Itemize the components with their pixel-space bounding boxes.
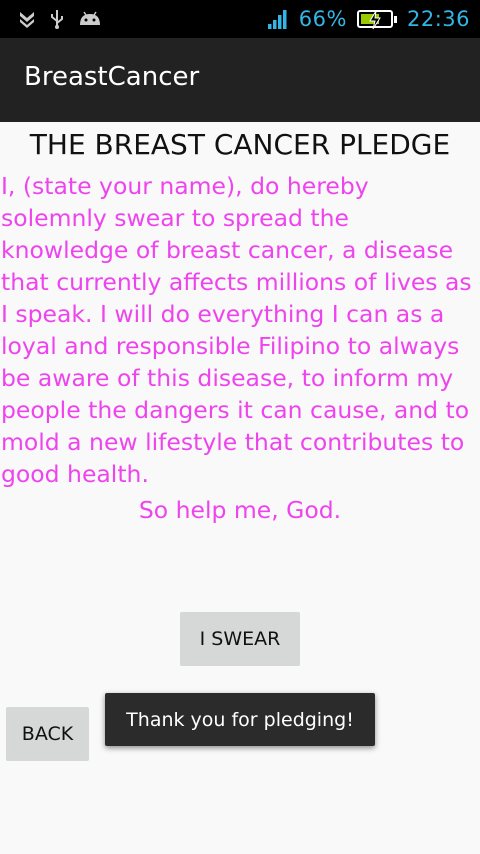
pledge-body: I, (state your name), do hereby solemnly…: [1, 172, 472, 488]
pledge-title: THE BREAST CANCER PLEDGE: [29, 128, 451, 161]
swear-button[interactable]: I SWEAR: [180, 612, 300, 666]
toast: Thank you for pledging!: [105, 693, 375, 746]
usb-icon: [50, 9, 64, 29]
battery-percent: 66%: [298, 7, 347, 31]
signal-icon: [267, 8, 289, 30]
toast-message: Thank you for pledging!: [126, 708, 354, 731]
android-icon: [78, 9, 102, 29]
pledge-closing: So help me, God.: [138, 496, 342, 524]
notification-icons: [18, 9, 102, 29]
charging-bolt-icon: [369, 10, 381, 30]
back-button[interactable]: BACK: [6, 707, 89, 761]
status-bar: 66% 22:36: [0, 0, 480, 38]
action-bar: BreastCancer: [0, 38, 480, 122]
app-title: BreastCancer: [24, 62, 200, 92]
clock: 22:36: [406, 7, 470, 31]
battery-icon: [356, 10, 397, 30]
system-status: 66% 22:36: [267, 0, 470, 38]
download-icon: [18, 9, 36, 29]
